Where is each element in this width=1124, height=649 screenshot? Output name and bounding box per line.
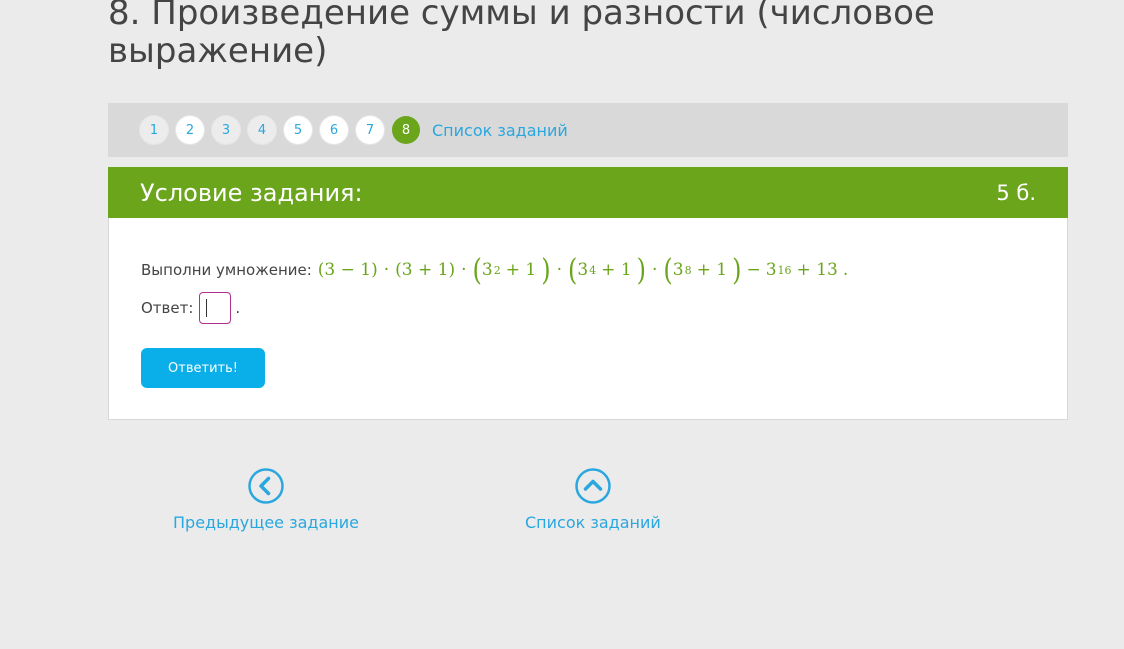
answer-label: Ответ: (141, 299, 194, 317)
submit-answer-button[interactable]: Ответить! (141, 348, 265, 388)
task-list-bottom-label: Список заданий (525, 513, 661, 532)
expr-dot-1: · (383, 260, 390, 280)
expr-plus-one: + 1 (696, 260, 728, 280)
task-card: Условие задания: 5 б. Выполни умножение:… (108, 167, 1068, 420)
expr-term-2: (3 + 1) (395, 260, 456, 280)
task-nav-item-8[interactable]: 8 (392, 116, 420, 144)
expr-paren-close: ) (732, 252, 742, 288)
text-caret (206, 299, 208, 317)
task-navigation: 1 2 3 4 5 6 7 8 Список заданий (108, 103, 1068, 157)
expr-exponent-2: 2 (493, 263, 501, 277)
math-expression: (3 − 1) · (3 + 1) · (3 2 + 1) · (3 4 + 1) · … (317, 252, 849, 288)
expr-plus-one: + 1 (505, 260, 537, 280)
expr-plus-13: + 13 (796, 260, 838, 280)
task-header: Условие задания: 5 б. (108, 167, 1068, 218)
expr-end: . (842, 260, 849, 280)
answer-input[interactable] (199, 292, 232, 324)
page-title: 8. Произведение суммы и разности (числов… (108, 0, 935, 71)
answer-row: Ответ: . (141, 292, 1035, 324)
problem-statement: Выполни умножение: (3 − 1) · (3 + 1) · (… (141, 254, 1035, 286)
task-points: 5 б. (996, 180, 1036, 205)
task-body: Выполни умножение: (3 − 1) · (3 + 1) · (… (109, 218, 1067, 388)
expr-exponent-16: 16 (777, 263, 792, 277)
expr-dot-4: · (652, 260, 658, 280)
chevron-left-circle-icon (248, 468, 284, 504)
expr-plus-one: + 1 (601, 260, 632, 280)
task-nav-item-7[interactable]: 7 (356, 116, 384, 144)
task-nav-item-1[interactable]: 1 (140, 116, 168, 144)
previous-task-link[interactable]: Предыдущее задание (173, 468, 359, 532)
problem-instruction: Выполни умножение: (141, 261, 312, 279)
expr-base: 3 (765, 260, 777, 280)
expr-paren-open: ( (663, 252, 673, 288)
task-nav-item-6[interactable]: 6 (320, 116, 348, 144)
expr-term-1: (3 − 1) (317, 260, 378, 280)
task-nav-item-2[interactable]: 2 (176, 116, 204, 144)
expr-paren-close: ) (636, 252, 647, 288)
expr-paren-close: ) (541, 252, 551, 288)
task-list-link[interactable]: Список заданий (432, 121, 568, 140)
task-list-bottom-link[interactable]: Список заданий (525, 468, 661, 532)
expr-exponent-8: 8 (684, 263, 692, 277)
expr-base: 3 (481, 260, 493, 280)
expr-paren-open: ( (567, 252, 578, 288)
expr-exponent-4: 4 (589, 263, 597, 277)
task-nav-item-5[interactable]: 5 (284, 116, 312, 144)
task-header-title: Условие задания: (140, 178, 363, 207)
previous-task-label: Предыдущее задание (173, 513, 359, 532)
chevron-up-circle-icon (575, 468, 611, 504)
expr-base: 3 (577, 260, 589, 280)
expr-minus: − (746, 260, 761, 280)
expr-base: 3 (672, 260, 684, 280)
expr-dot-3: · (556, 260, 562, 280)
expr-dot-2: · (461, 260, 467, 280)
task-nav-item-4[interactable]: 4 (248, 116, 276, 144)
answer-end: . (235, 299, 241, 317)
task-nav-item-3[interactable]: 3 (212, 116, 240, 144)
expr-paren-open: ( (472, 252, 482, 288)
